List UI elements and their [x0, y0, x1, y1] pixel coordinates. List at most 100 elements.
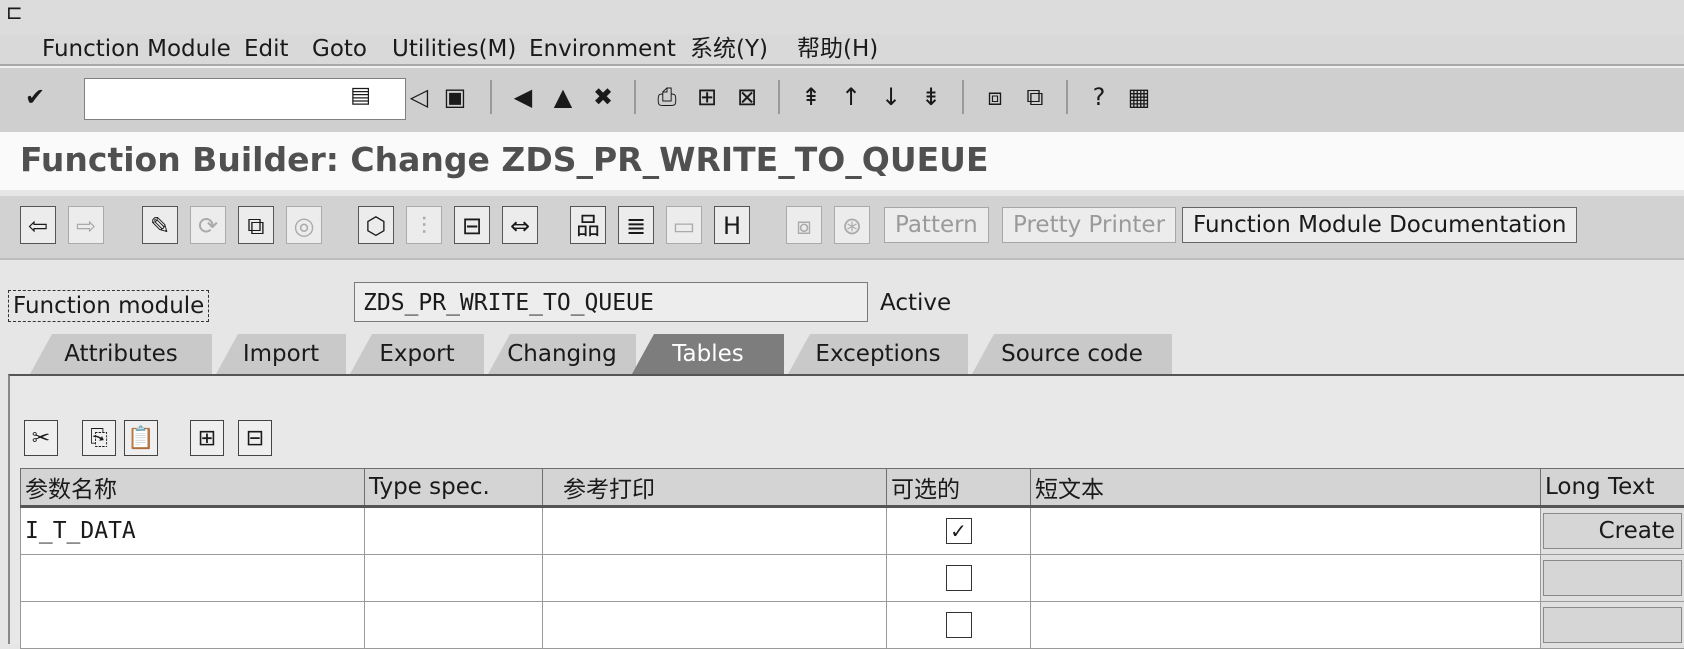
column-header-parameter-name[interactable]: 参数名称 — [21, 469, 365, 507]
function-module-field[interactable]: ZDS_PR_WRITE_TO_QUEUE — [354, 282, 868, 322]
navigation-icon[interactable]: ⇔ — [502, 206, 538, 244]
pattern-icon[interactable]: ⧇ — [786, 206, 822, 244]
toolbar-separator — [962, 80, 964, 114]
tab-attributes[interactable]: Attributes — [30, 334, 212, 374]
optional-checkbox[interactable]: ✓ — [946, 518, 972, 544]
reference-cell[interactable] — [543, 555, 887, 602]
long-text-cell — [1541, 555, 1684, 602]
layout-menu-icon[interactable]: ▦ — [1124, 80, 1154, 114]
type-spec-cell[interactable] — [365, 555, 543, 602]
menu-function-module[interactable]: Function Module — [42, 34, 231, 64]
exit-icon[interactable]: ▲ — [548, 80, 578, 114]
enter-icon[interactable]: ✔ — [20, 80, 50, 114]
tab-export[interactable]: Export — [350, 334, 484, 374]
column-header-type-spec[interactable]: Type spec. — [365, 469, 543, 507]
find-icon[interactable]: ⊞ — [692, 80, 722, 114]
table-row: I_T_DATA ✓ Create — [21, 507, 1684, 555]
column-header-optional[interactable]: 可选的 — [887, 469, 1031, 507]
help-icon[interactable]: ? — [1084, 80, 1114, 114]
window-menu-icon[interactable]: ⊏ — [6, 2, 28, 22]
test-icon[interactable]: ⫶ — [406, 206, 442, 244]
command-history-icon[interactable]: ▤ — [350, 83, 371, 108]
pattern-button[interactable]: Pattern — [884, 207, 989, 243]
parameter-name-cell[interactable]: I_T_DATA — [21, 507, 365, 555]
window-corner — [0, 0, 1684, 34]
next-page-icon[interactable]: ↓ — [876, 80, 906, 114]
save-icon[interactable]: ▣ — [440, 80, 470, 114]
parameter-name-cell[interactable] — [21, 602, 365, 649]
table-row — [21, 555, 1684, 602]
tab-source-code[interactable]: Source code — [972, 334, 1172, 374]
fullscreen-icon[interactable]: ▭ — [666, 206, 702, 244]
where-used-icon[interactable]: ⊟ — [454, 206, 490, 244]
check-icon[interactable]: ◎ — [286, 206, 322, 244]
print-icon[interactable]: ⎙ — [652, 80, 682, 114]
menu-system[interactable]: 系统(Y) — [690, 34, 768, 64]
back-icon[interactable]: ◀ — [508, 80, 538, 114]
insert-row-icon[interactable]: ⊞ — [190, 420, 224, 456]
column-header-reference[interactable]: 参考打印 — [543, 469, 887, 507]
find-next-icon[interactable]: ⊠ — [732, 80, 762, 114]
toolbar-separator — [778, 80, 780, 114]
previous-page-icon[interactable]: ↑ — [836, 80, 866, 114]
toolbar-separator — [634, 80, 636, 114]
paste-icon[interactable]: 📋 — [124, 420, 158, 456]
copy-icon[interactable]: ⎘ — [82, 420, 116, 456]
menu-environment[interactable]: Environment — [529, 34, 676, 64]
long-text-cell: Create — [1541, 507, 1684, 555]
toolbar-separator — [490, 80, 492, 114]
menu-edit[interactable]: Edit — [244, 34, 289, 64]
cut-icon[interactable]: ✂ — [24, 420, 58, 456]
other-object-icon[interactable]: ⧉ — [238, 206, 274, 244]
short-text-cell[interactable] — [1031, 602, 1541, 649]
back-arrow-icon[interactable]: ⇦ — [20, 206, 56, 244]
type-spec-cell[interactable] — [365, 507, 543, 555]
parameters-table: 参数名称 Type spec. 参考打印 可选的 短文本 Long Text I… — [20, 468, 1684, 649]
display-change-icon[interactable]: ✎ — [142, 206, 178, 244]
new-session-icon[interactable]: ⧈ — [980, 80, 1010, 114]
last-page-icon[interactable]: ⇟ — [916, 80, 946, 114]
insert-statement-icon[interactable]: ⊛ — [834, 206, 870, 244]
table-header-row: 参数名称 Type spec. 参考打印 可选的 短文本 Long Text — [21, 469, 1684, 507]
cancel-icon[interactable]: ✖ — [588, 80, 618, 114]
shortcut-icon[interactable]: ⧉ — [1020, 80, 1050, 114]
system-toolbar: ✔ ▤ ◁ ▣ ◀ ▲ ✖ ⎙ ⊞ ⊠ ⇞ ↑ ↓ ⇟ ⧈ ⧉ ? ▦ — [0, 66, 1684, 134]
column-header-long-text[interactable]: Long Text — [1541, 469, 1684, 507]
reference-cell[interactable] — [543, 507, 887, 555]
create-long-text-button[interactable]: Create — [1543, 513, 1682, 549]
optional-cell: ✓ — [887, 507, 1031, 555]
hierarchy-icon[interactable]: H — [714, 206, 750, 244]
delete-row-icon[interactable]: ⊟ — [238, 420, 272, 456]
tab-import[interactable]: Import — [216, 334, 346, 374]
optional-cell — [887, 602, 1031, 649]
short-text-cell[interactable] — [1031, 555, 1541, 602]
long-text-button[interactable] — [1543, 607, 1682, 643]
tab-changing[interactable]: Changing — [488, 334, 636, 374]
function-module-label: Function module — [8, 290, 209, 322]
reference-cell[interactable] — [543, 602, 887, 649]
activate-icon[interactable]: ⬡ — [358, 206, 394, 244]
display-object-icon[interactable]: ≣ — [618, 206, 654, 244]
type-spec-cell[interactable] — [365, 602, 543, 649]
menu-bar: Function Module Edit Goto Utilities(M) E… — [0, 34, 1684, 66]
tab-exceptions[interactable]: Exceptions — [788, 334, 968, 374]
menu-utilities[interactable]: Utilities(M) — [392, 34, 516, 64]
pretty-printer-button[interactable]: Pretty Printer — [1002, 207, 1176, 243]
active-inactive-icon[interactable]: ⟳ — [190, 206, 226, 244]
optional-checkbox[interactable] — [946, 612, 972, 638]
table-row — [21, 602, 1684, 649]
first-page-icon[interactable]: ⇞ — [796, 80, 826, 114]
parameter-name-cell[interactable] — [21, 555, 365, 602]
menu-goto[interactable]: Goto — [312, 34, 367, 64]
command-collapse-icon[interactable]: ◁ — [404, 80, 434, 114]
short-text-cell[interactable] — [1031, 507, 1541, 555]
tab-tables[interactable]: Tables — [632, 334, 784, 374]
function-module-documentation-button[interactable]: Function Module Documentation — [1182, 207, 1577, 243]
object-list-icon[interactable]: 品 — [570, 206, 606, 244]
optional-checkbox[interactable] — [946, 565, 972, 591]
command-field[interactable]: ▤ — [84, 78, 406, 120]
menu-help[interactable]: 帮助(H) — [797, 34, 878, 64]
long-text-button[interactable] — [1543, 560, 1682, 596]
forward-arrow-icon[interactable]: ⇨ — [68, 206, 104, 244]
column-header-short-text[interactable]: 短文本 — [1031, 469, 1541, 507]
